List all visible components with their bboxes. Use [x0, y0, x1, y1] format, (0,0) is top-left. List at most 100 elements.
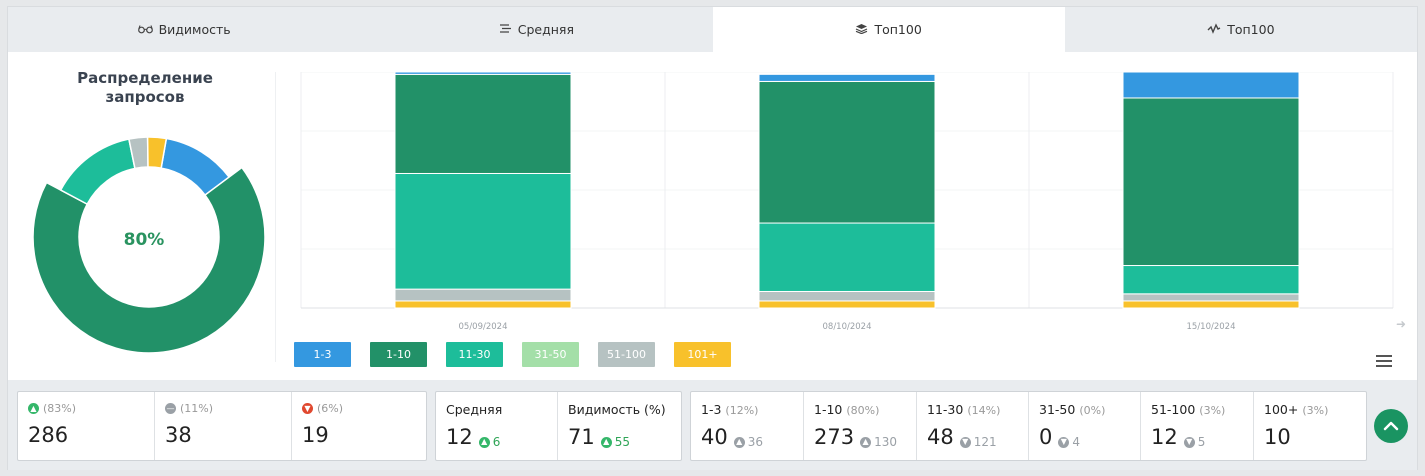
stat-declined: ▼ (6%) 19 — [292, 392, 426, 460]
bar-segment-1-10[interactable] — [1122, 97, 1300, 267]
change-summary-card: ▲ (83%) 286 — (11%) 38 ▼ (6%) 19 — [17, 391, 427, 461]
minus-circle-icon: — — [165, 403, 176, 414]
stacked-bar-chart — [300, 72, 1394, 309]
donut-slice-1-10[interactable] — [32, 166, 266, 354]
arrow-up-icon: ▲ — [600, 436, 612, 448]
legend-item-51-100[interactable]: 51-100 — [598, 342, 655, 367]
stat-label: Видимость (%) — [568, 402, 666, 417]
bar-segment-51-100[interactable] — [1122, 293, 1300, 302]
tab-visibility[interactable]: Видимость — [8, 7, 360, 52]
stat-label: 100+ — [1264, 402, 1299, 417]
chevron-up-icon — [1383, 421, 1399, 431]
legend-item-101+[interactable]: 101+ — [674, 342, 731, 367]
stat-value: 273 — [814, 425, 855, 449]
bar-segment-11-30[interactable] — [1122, 265, 1300, 295]
lines-icon — [499, 23, 512, 37]
statistics-bar: ▲ (83%) 286 — (11%) 38 ▼ (6%) 19 Средняя 12… — [8, 380, 1417, 470]
donut-slice-11-30[interactable] — [59, 138, 136, 206]
stat-value: 12 — [1151, 425, 1178, 449]
stat-pct: (80%) — [846, 404, 880, 417]
stat-pos-31-50: 31-50 (0%) 0 ▼ 4 — [1029, 392, 1141, 460]
divider — [275, 72, 276, 362]
bar-segment-1-10[interactable] — [758, 80, 936, 224]
stat-value: 40 — [701, 425, 728, 449]
stat-average: Средняя 12 ▲ 6 — [436, 392, 558, 460]
legend-item-31-50[interactable]: 31-50 — [522, 342, 579, 367]
arrow-up-icon: ▲ — [733, 436, 745, 448]
donut-title: Распределение запросов — [77, 69, 213, 106]
arrow-down-icon: ▼ — [302, 403, 313, 414]
bar-segment-1-3[interactable] — [394, 72, 572, 75]
stat-label: 1-10 — [814, 402, 843, 417]
stat-pct: (6%) — [317, 402, 344, 415]
stat-pct: (3%) — [1199, 404, 1226, 417]
positions-card: 1-3 (12%) 40 ▲ 36 1-10 (80%) 273 ▲ 130 11-30 (1… — [690, 391, 1367, 461]
arrow-up-icon: ▲ — [860, 436, 872, 448]
stat-value: 38 — [165, 423, 192, 447]
tab-top100-distribution[interactable]: Топ100 — [712, 7, 1065, 52]
stat-pct: (14%) — [967, 404, 1001, 417]
chart-legend: 1-3 1-10 11-30 31-50 51-100 101+ — [294, 342, 731, 367]
stat-pos-100-plus: 100+ (3%) 10 — [1254, 392, 1366, 460]
arrow-down-icon: ▼ — [1183, 436, 1195, 448]
stat-pct: (11%) — [180, 402, 214, 415]
stat-pos-51-100: 51-100 (3%) 12 ▼ 5 — [1141, 392, 1254, 460]
bar-segment-1-10[interactable] — [394, 73, 572, 174]
stat-value: 10 — [1264, 425, 1291, 449]
tab-average[interactable]: Средняя — [360, 7, 712, 52]
bar-segment-1-3[interactable] — [758, 73, 936, 82]
stat-value: 286 — [28, 423, 69, 447]
stat-pos-1-10: 1-10 (80%) 273 ▲ 130 — [804, 392, 917, 460]
stat-improved: ▲ (83%) 286 — [18, 392, 155, 460]
arrow-down-icon: ▼ — [959, 436, 971, 448]
stat-label: 1-3 — [701, 402, 722, 417]
chart-scroll-right-icon[interactable]: ➜ — [1396, 317, 1406, 331]
glasses-icon — [137, 23, 153, 37]
bar-segment-101+[interactable] — [394, 300, 572, 309]
stat-change: 55 — [614, 435, 631, 449]
tab-label: Средняя — [517, 22, 574, 37]
stat-label: 51-100 — [1151, 402, 1196, 417]
stat-value: 48 — [927, 425, 954, 449]
stat-change: 121 — [973, 435, 997, 449]
stat-value: 71 — [568, 425, 595, 449]
x-tick-label: 08/10/2024 — [822, 322, 872, 332]
x-tick-label: 15/10/2024 — [1186, 322, 1236, 332]
stat-visibility: Видимость (%) 71 ▲ 55 — [558, 392, 681, 460]
bar-segment-101+[interactable] — [758, 300, 936, 309]
legend-item-11-30[interactable]: 11-30 — [446, 342, 503, 367]
legend-item-1-3[interactable]: 1-3 — [294, 342, 351, 367]
stat-pct: (0%) — [1079, 404, 1106, 417]
rankings-widget: Видимость Средняя Топ100 Топ100 Распреде… — [7, 6, 1418, 470]
tab-label: Топ100 — [874, 22, 922, 37]
stat-change: 5 — [1197, 435, 1206, 449]
tab-label: Видимость — [158, 22, 231, 37]
x-tick-label: 05/09/2024 — [458, 322, 508, 332]
stat-value: 19 — [302, 423, 329, 447]
arrow-up-icon: ▲ — [478, 436, 490, 448]
stat-value: 0 — [1039, 425, 1053, 449]
stat-change: 130 — [874, 435, 897, 449]
bar-segment-101+[interactable] — [1122, 300, 1300, 309]
chart-panel: Распределение запросов 80% 05/09/2024 08/… — [8, 52, 1417, 380]
stat-change: 6 — [492, 435, 501, 449]
activity-icon — [1207, 22, 1221, 37]
stat-change: 4 — [1072, 435, 1081, 449]
scroll-to-top-button[interactable] — [1374, 409, 1408, 443]
stat-label: Средняя — [446, 402, 503, 417]
bar-segment-51-100[interactable] — [758, 290, 936, 302]
bar-segment-51-100[interactable] — [394, 288, 572, 302]
stat-unchanged: — (11%) 38 — [155, 392, 292, 460]
bar-segment-11-30[interactable] — [394, 172, 572, 290]
legend-item-1-10[interactable]: 1-10 — [370, 342, 427, 367]
bar-segment-11-30[interactable] — [758, 222, 936, 292]
stat-pos-11-30: 11-30 (14%) 48 ▼ 121 — [917, 392, 1029, 460]
hamburger-menu-icon[interactable] — [1376, 355, 1392, 367]
tab-top100-dynamics[interactable]: Топ100 — [1065, 7, 1417, 52]
donut-center-value: 80% — [123, 230, 165, 250]
stat-label: 31-50 — [1039, 402, 1076, 417]
bar-segment-1-3[interactable] — [1122, 72, 1300, 99]
stat-pos-1-3: 1-3 (12%) 40 ▲ 36 — [691, 392, 804, 460]
layers-icon — [855, 23, 868, 37]
stat-pct: (83%) — [43, 402, 77, 415]
